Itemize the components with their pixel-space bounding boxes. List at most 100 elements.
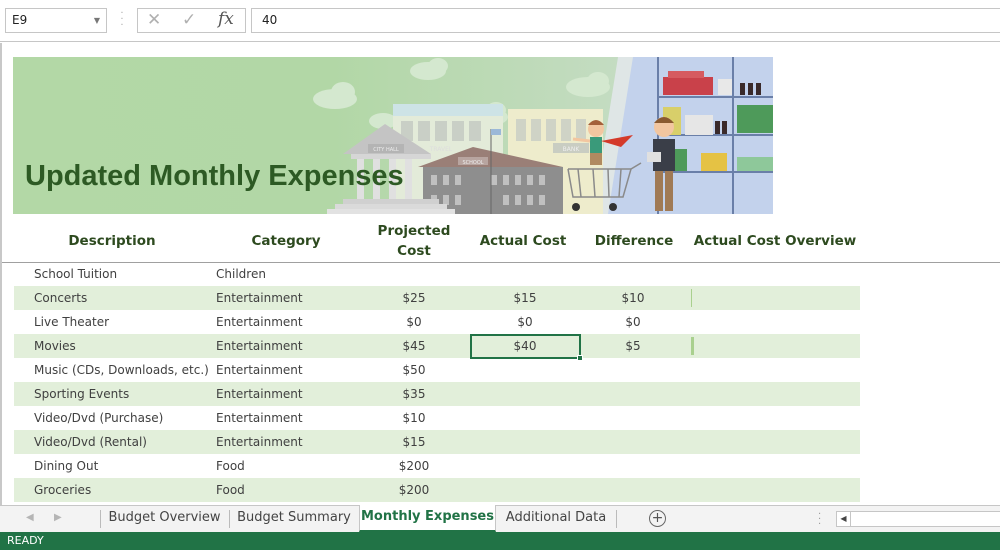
cell-actual-cost[interactable] — [470, 262, 580, 286]
cell-category[interactable]: Entertainment — [216, 310, 303, 334]
header-description: Description — [68, 232, 156, 249]
cell-actual-cost-overview[interactable] — [691, 262, 859, 286]
cell-category[interactable]: Children — [216, 262, 266, 286]
add-sheet-button[interactable]: + — [649, 510, 666, 527]
name-box[interactable]: E9 ▼ — [5, 8, 107, 33]
cell-projected-cost[interactable]: $15 — [364, 430, 464, 454]
cell-category[interactable]: Food — [216, 478, 245, 502]
cell-projected-cost[interactable] — [364, 262, 464, 286]
cell-difference[interactable]: $0 — [582, 310, 684, 334]
horizontal-scrollbar[interactable]: ◀ — [836, 511, 1000, 527]
page-title: Updated Monthly Expenses — [25, 160, 404, 192]
header-projected-line2: Cost — [397, 242, 431, 259]
header-projected-line1: Projected — [377, 222, 451, 239]
cell-category[interactable]: Entertainment — [216, 382, 303, 406]
expenses-table: School Tuition Children Concerts Entertainm… — [14, 262, 860, 502]
cell-projected-cost[interactable]: $0 — [364, 310, 464, 334]
formula-input[interactable]: 40 — [251, 8, 1000, 33]
tab-scroll-right-icon[interactable]: ▶ — [54, 512, 62, 523]
close-icon[interactable]: ✕ — [147, 10, 161, 30]
cell-actual-cost-overview[interactable] — [691, 310, 859, 334]
cell-actual-cost-overview[interactable] — [691, 478, 859, 502]
cell-category[interactable]: Entertainment — [216, 334, 303, 358]
cell-difference[interactable]: $5 — [582, 334, 684, 358]
cell-description[interactable]: Dining Out — [34, 454, 98, 478]
cell-actual-cost[interactable] — [470, 454, 580, 478]
cell-difference[interactable] — [582, 382, 684, 406]
worksheet[interactable]: BANK TRAVEL SCHOOL CITY HALL Updated Mon… — [0, 43, 1000, 505]
header-projected-cost: Projected Cost — [364, 219, 464, 262]
cell-difference[interactable] — [582, 454, 684, 478]
insert-function-button[interactable]: fx — [218, 9, 234, 29]
cell-projected-cost[interactable]: $45 — [364, 334, 464, 358]
formula-bar-grip-icon[interactable]: · · · — [119, 9, 125, 31]
tab-additional-data[interactable]: Additional Data — [498, 506, 614, 532]
cell-difference[interactable] — [582, 430, 684, 454]
table-row: Groceries Food $200 — [14, 478, 860, 502]
cell-description[interactable]: Groceries — [34, 478, 91, 502]
scroll-left-icon[interactable]: ◀ — [837, 512, 851, 526]
cell-actual-cost-overview[interactable] — [691, 358, 859, 382]
cell-actual-cost-overview[interactable] — [691, 454, 859, 478]
cell-category[interactable]: Entertainment — [216, 358, 303, 382]
table-row: Music (CDs, Downloads, etc.) Entertainmen… — [14, 358, 860, 382]
cell-projected-cost[interactable]: $25 — [364, 286, 464, 310]
check-icon[interactable]: ✓ — [182, 10, 196, 30]
cell-category[interactable]: Entertainment — [216, 430, 303, 454]
tab-scroll-left-icon[interactable]: ◀ — [26, 512, 34, 523]
cell-difference[interactable] — [582, 478, 684, 502]
cell-description[interactable]: Music (CDs, Downloads, etc.) — [34, 358, 209, 382]
cell-category[interactable]: Entertainment — [216, 406, 303, 430]
cell-projected-cost[interactable]: $35 — [364, 382, 464, 406]
tab-separator — [229, 510, 230, 528]
tab-monthly-expenses[interactable]: Monthly Expenses — [359, 505, 496, 532]
cell-actual-cost[interactable] — [470, 478, 580, 502]
tab-budget-summary[interactable]: Budget Summary — [232, 506, 356, 532]
table-row: Concerts Entertainment $25 $15 $10 — [14, 286, 860, 310]
cell-description[interactable]: Video/Dvd (Rental) — [34, 430, 147, 454]
cell-actual-cost[interactable] — [470, 382, 580, 406]
table-row: Dining Out Food $200 — [14, 454, 860, 478]
formula-buttons: ✕ ✓ fx — [137, 8, 246, 33]
header-category: Category — [251, 232, 321, 249]
chevron-down-icon[interactable]: ▼ — [94, 9, 100, 32]
status-bar: READY — [0, 532, 1000, 550]
cell-projected-cost[interactable]: $200 — [364, 454, 464, 478]
cell-projected-cost[interactable]: $10 — [364, 406, 464, 430]
cell-actual-cost[interactable] — [470, 406, 580, 430]
cell-actual-cost[interactable]: $0 — [470, 310, 580, 334]
header-actual-cost: Actual Cost — [479, 232, 567, 249]
bank-label: BANK — [563, 146, 581, 153]
cell-actual-cost-overview[interactable] — [691, 430, 859, 454]
cell-description[interactable]: School Tuition — [34, 262, 117, 286]
header-difference: Difference — [594, 232, 674, 249]
cell-actual-cost-overview[interactable] — [691, 334, 859, 358]
tab-split-grip-icon[interactable]: · · · — [818, 510, 822, 530]
cell-actual-cost[interactable] — [470, 430, 580, 454]
name-box-value: E9 — [12, 13, 28, 27]
school-label: SCHOOL — [462, 160, 483, 166]
cell-category[interactable]: Food — [216, 454, 245, 478]
cell-actual-cost-overview[interactable] — [691, 406, 859, 430]
tab-separator — [616, 510, 617, 528]
cell-difference[interactable]: $10 — [582, 286, 684, 310]
flag — [491, 129, 501, 135]
cell-actual-cost[interactable]: $15 — [470, 286, 580, 310]
cell-actual-cost-overview[interactable] — [691, 382, 859, 406]
cell-projected-cost[interactable]: $50 — [364, 358, 464, 382]
cell-description[interactable]: Sporting Events — [34, 382, 129, 406]
sheet-tab-bar: ◀ ▶ Budget Overview Budget Summary Month… — [0, 505, 1000, 532]
cell-actual-cost[interactable] — [470, 358, 580, 382]
cell-projected-cost[interactable]: $200 — [364, 478, 464, 502]
tab-budget-overview[interactable]: Budget Overview — [104, 506, 225, 532]
tab-separator — [100, 510, 101, 528]
cell-description[interactable]: Video/Dvd (Purchase) — [34, 406, 163, 430]
cell-difference[interactable] — [582, 358, 684, 382]
cell-description[interactable]: Live Theater — [34, 310, 109, 334]
cell-category[interactable]: Entertainment — [216, 286, 303, 310]
cell-difference[interactable] — [582, 262, 684, 286]
cell-difference[interactable] — [582, 406, 684, 430]
cell-actual-cost-overview[interactable] — [691, 286, 859, 310]
cell-description[interactable]: Concerts — [34, 286, 87, 310]
cell-description[interactable]: Movies — [34, 334, 76, 358]
